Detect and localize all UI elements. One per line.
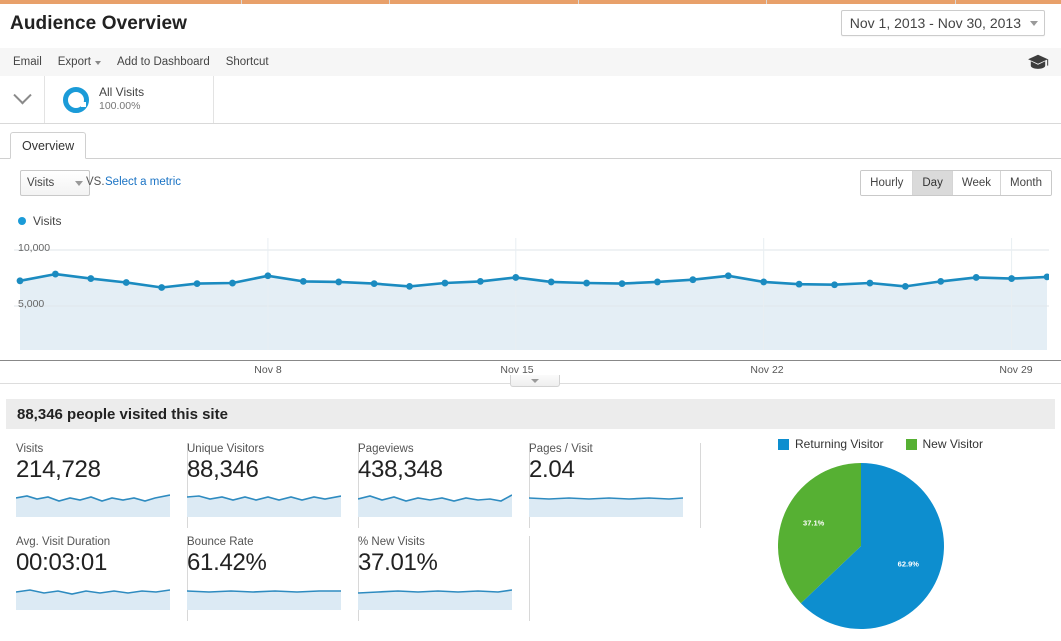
x-axis-tick-nov22: Nov 22 bbox=[750, 364, 784, 376]
metric-card-row-1: Visits 214,728 Unique Visitors 88,346 Pa… bbox=[0, 443, 701, 536]
shortcut-label: Shortcut bbox=[225, 56, 269, 68]
sparkline bbox=[358, 589, 512, 610]
y-axis-tick-5000: 5,000 bbox=[18, 298, 45, 310]
page-title: Audience Overview bbox=[10, 13, 187, 34]
line-chart-legend: Visits bbox=[18, 214, 61, 228]
graduation-cap-icon[interactable] bbox=[1027, 53, 1049, 71]
metric-value: 61.42% bbox=[187, 549, 267, 576]
legend-series-label: Visits bbox=[33, 214, 62, 228]
legend-swatch-icon bbox=[778, 438, 790, 450]
metric-value: 37.01% bbox=[358, 549, 438, 576]
metric-card-unique-visitors[interactable]: Unique Visitors 88,346 bbox=[171, 443, 359, 528]
metric-value: 2.04 bbox=[529, 456, 575, 483]
granularity-week[interactable]: Week bbox=[952, 171, 1002, 195]
metric-card-avg-visit-duration[interactable]: Avg. Visit Duration 00:03:01 bbox=[0, 536, 188, 621]
pie-legend-label: New Visitor bbox=[922, 437, 983, 451]
segment-name: All Visits bbox=[99, 85, 145, 100]
legend-dot-icon bbox=[18, 217, 26, 225]
export-button[interactable]: Export bbox=[56, 54, 103, 70]
metric-card-new-visits[interactable]: % New Visits 37.01% bbox=[342, 536, 530, 621]
chevron-down-icon bbox=[12, 86, 32, 105]
metric-card-pageviews[interactable]: Pageviews 438,348 bbox=[342, 443, 530, 528]
pie-legend-new[interactable]: New Visitor bbox=[905, 437, 983, 451]
sparkline bbox=[16, 589, 170, 610]
chevron-down-icon bbox=[531, 378, 539, 383]
chevron-down-icon bbox=[95, 61, 102, 65]
date-range-selector[interactable]: Nov 1, 2013 - Nov 30, 2013 bbox=[840, 10, 1045, 36]
metric-card-row-2: Avg. Visit Duration 00:03:01 Bounce Rate… bbox=[0, 536, 700, 629]
export-label: Export bbox=[57, 56, 92, 68]
email-label: Email bbox=[13, 56, 42, 68]
legend-swatch-icon bbox=[905, 438, 917, 450]
metric-label: % New Visits bbox=[358, 536, 425, 548]
granularity-hourly[interactable]: Hourly bbox=[861, 171, 914, 195]
metric-cards: Visits 214,728 Unique Visitors 88,346 Pa… bbox=[0, 443, 701, 629]
svg-text:62.9%: 62.9% bbox=[898, 559, 920, 568]
chevron-down-icon bbox=[1030, 20, 1038, 26]
email-button[interactable]: Email bbox=[11, 54, 44, 70]
add-to-dashboard-button[interactable]: Add to Dashboard bbox=[115, 54, 212, 70]
visits-line-chart[interactable]: 10,000 5,000 bbox=[14, 238, 1049, 360]
line-chart-svg bbox=[14, 238, 1049, 350]
metric-card-bounce-rate[interactable]: Bounce Rate 61.42% bbox=[171, 536, 359, 621]
metric-label: Bounce Rate bbox=[187, 536, 254, 548]
segment-bar: All Visits 100.00% bbox=[0, 76, 1061, 124]
segment-all-visits[interactable]: All Visits 100.00% bbox=[45, 76, 214, 123]
metric-label: Avg. Visit Duration bbox=[16, 536, 111, 548]
metric-value: 438,348 bbox=[358, 456, 443, 483]
summary-text: 88,346 people visited this site bbox=[17, 405, 228, 423]
granularity-month[interactable]: Month bbox=[1001, 171, 1051, 195]
svg-text:37.1%: 37.1% bbox=[803, 519, 825, 528]
sparkline bbox=[16, 494, 170, 517]
metric-value: 00:03:01 bbox=[16, 549, 108, 576]
shortcut-button[interactable]: Shortcut bbox=[224, 54, 271, 70]
metric-label: Visits bbox=[16, 443, 44, 455]
tab-overview[interactable]: Overview bbox=[10, 132, 87, 159]
visitor-type-pie-chart[interactable]: 62.9% 37.1% bbox=[778, 456, 978, 638]
sparkline bbox=[358, 494, 512, 517]
x-axis-tick-nov8: Nov 8 bbox=[254, 364, 282, 376]
tab-overview-label: Overview bbox=[22, 138, 75, 153]
tab-strip: Overview bbox=[0, 132, 1061, 159]
vs-label: VS. bbox=[86, 176, 105, 188]
summary-band: 88,346 people visited this site bbox=[6, 399, 1055, 429]
sparkline bbox=[187, 590, 341, 610]
granularity-group: Hourly Day Week Month bbox=[860, 170, 1052, 196]
metric-label: Pages / Visit bbox=[529, 443, 593, 455]
add-to-dashboard-label: Add to Dashboard bbox=[117, 56, 210, 68]
primary-metric-dropdown[interactable]: Visits bbox=[20, 170, 90, 196]
metric-selector-row: Visits VS. Select a metric Hourly Day We… bbox=[0, 168, 1061, 202]
metric-card-pages-per-visit[interactable]: Pages / Visit 2.04 bbox=[513, 443, 701, 528]
date-range-text: Nov 1, 2013 - Nov 30, 2013 bbox=[849, 15, 1021, 31]
metric-label: Pageviews bbox=[358, 443, 414, 455]
title-bar: Audience Overview Nov 1, 2013 - Nov 30, … bbox=[0, 4, 1061, 49]
pie-legend-label: Returning Visitor bbox=[795, 437, 884, 451]
granularity-day[interactable]: Day bbox=[913, 171, 953, 195]
visitor-type-pie-panel: Returning Visitor New Visitor 62.9% 37.1% bbox=[700, 432, 1061, 641]
metric-label: Unique Visitors bbox=[187, 443, 265, 455]
metric-value: 214,728 bbox=[16, 456, 101, 483]
chart-drawer-toggle[interactable] bbox=[510, 375, 560, 387]
sparkline bbox=[529, 497, 683, 517]
metric-card-visits[interactable]: Visits 214,728 bbox=[0, 443, 188, 528]
segment-percent: 100.00% bbox=[99, 100, 141, 113]
sparkline bbox=[187, 495, 341, 517]
donut-ring-icon bbox=[63, 86, 89, 113]
primary-metric-label: Visits bbox=[27, 177, 55, 189]
pie-legend-returning[interactable]: Returning Visitor bbox=[778, 437, 884, 451]
action-toolbar: Email Export Add to Dashboard Shortcut bbox=[0, 48, 1061, 77]
x-axis-tick-nov29: Nov 29 bbox=[999, 364, 1033, 376]
chevron-down-icon bbox=[75, 180, 83, 186]
segment-panel-toggle[interactable] bbox=[0, 76, 45, 123]
select-a-metric-link[interactable]: Select a metric bbox=[105, 176, 181, 188]
y-axis-tick-10000: 10,000 bbox=[18, 242, 51, 254]
pie-legend: Returning Visitor New Visitor bbox=[700, 437, 1061, 451]
metric-value: 88,346 bbox=[187, 456, 259, 483]
